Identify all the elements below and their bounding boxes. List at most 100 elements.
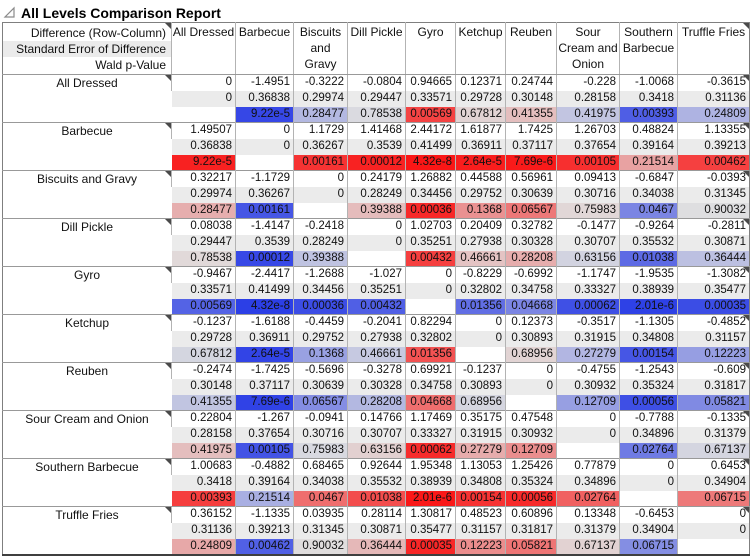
diff-cell[interactable]: 0 bbox=[455, 314, 506, 331]
p-value-cell[interactable] bbox=[455, 346, 506, 363]
p-value-cell[interactable]: 0.78538 bbox=[347, 106, 406, 123]
se-cell[interactable]: 0.34896 bbox=[556, 474, 620, 491]
se-cell[interactable]: 0.29728 bbox=[455, 90, 506, 107]
se-cell[interactable]: 0 bbox=[455, 330, 506, 347]
diff-cell[interactable]: -1.1335 bbox=[235, 506, 294, 523]
se-cell[interactable]: 0.39213 bbox=[235, 522, 294, 539]
p-value-cell[interactable]: 0.75983 bbox=[556, 202, 620, 219]
column-header[interactable]: All Dressed bbox=[171, 22, 236, 75]
se-cell[interactable]: 0.27938 bbox=[455, 234, 506, 251]
p-value-cell[interactable]: 0.00062 bbox=[405, 442, 456, 459]
diff-cell[interactable]: -0.4755 bbox=[556, 362, 620, 379]
diff-cell[interactable]: 0.32782 bbox=[505, 218, 557, 235]
se-cell[interactable]: 0.31817 bbox=[677, 378, 750, 395]
se-cell[interactable]: 0.3539 bbox=[235, 234, 294, 251]
diff-cell[interactable]: 0 bbox=[505, 362, 557, 379]
p-value-cell[interactable]: 0.00393 bbox=[171, 490, 236, 507]
p-value-cell[interactable]: 0.1368 bbox=[293, 346, 348, 363]
diff-cell[interactable]: 0.48824 bbox=[619, 122, 678, 139]
p-value-cell[interactable]: 0.01038 bbox=[347, 490, 406, 507]
p-value-cell[interactable] bbox=[293, 202, 348, 219]
se-cell[interactable]: 0.34758 bbox=[405, 378, 456, 395]
p-value-cell[interactable]: 0.00462 bbox=[235, 538, 294, 555]
p-value-cell[interactable]: 0.36444 bbox=[347, 538, 406, 555]
p-value-cell[interactable]: 0.04668 bbox=[505, 298, 557, 315]
p-value-cell[interactable] bbox=[619, 490, 678, 507]
se-cell[interactable]: 0.37654 bbox=[235, 426, 294, 443]
se-cell[interactable]: 0 bbox=[556, 426, 620, 443]
se-cell[interactable]: 0.32802 bbox=[455, 282, 506, 299]
p-value-cell[interactable]: 0.39388 bbox=[347, 202, 406, 219]
se-cell[interactable]: 0.30716 bbox=[556, 186, 620, 203]
p-value-cell[interactable]: 0.06567 bbox=[293, 394, 348, 411]
p-value-cell[interactable]: 0.27279 bbox=[455, 442, 506, 459]
se-cell[interactable]: 0.29752 bbox=[455, 186, 506, 203]
diff-cell[interactable]: 1.00683 bbox=[171, 458, 236, 475]
diff-cell[interactable]: -1.4147 bbox=[235, 218, 294, 235]
diff-cell[interactable]: 0.94665 bbox=[405, 74, 456, 91]
p-value-cell[interactable] bbox=[677, 538, 750, 555]
se-cell[interactable]: 0.30893 bbox=[455, 378, 506, 395]
se-cell[interactable]: 0.34456 bbox=[293, 282, 348, 299]
column-header[interactable]: Truffle Fries bbox=[677, 22, 750, 75]
diff-cell[interactable]: 1.61877 bbox=[455, 122, 506, 139]
diff-cell[interactable]: 0.24179 bbox=[347, 170, 406, 187]
p-value-cell[interactable]: 0.0467 bbox=[293, 490, 348, 507]
diff-cell[interactable]: 1.13053 bbox=[455, 458, 506, 475]
p-value-cell[interactable]: 0.46661 bbox=[347, 346, 406, 363]
se-cell[interactable]: 0 bbox=[235, 138, 294, 155]
se-cell[interactable]: 0 bbox=[505, 378, 557, 395]
diff-cell[interactable]: 0 bbox=[235, 122, 294, 139]
se-cell[interactable]: 0.30871 bbox=[677, 234, 750, 251]
p-value-cell[interactable]: 0.00105 bbox=[235, 442, 294, 459]
p-value-cell[interactable]: 0.06567 bbox=[505, 202, 557, 219]
diff-cell[interactable]: 0.03935 bbox=[293, 506, 348, 523]
diff-cell[interactable]: -1.1729 bbox=[235, 170, 294, 187]
se-cell[interactable]: 0.34904 bbox=[677, 474, 750, 491]
se-cell[interactable]: 0.29974 bbox=[293, 90, 348, 107]
diff-cell[interactable]: -1.0068 bbox=[619, 74, 678, 91]
diff-cell[interactable]: 0 bbox=[405, 266, 456, 283]
p-value-cell[interactable]: 0.41355 bbox=[171, 394, 236, 411]
p-value-cell[interactable]: 9.22e-5 bbox=[171, 154, 236, 171]
p-value-cell[interactable]: 0.41975 bbox=[171, 442, 236, 459]
se-cell[interactable]: 0.34038 bbox=[293, 474, 348, 491]
diff-cell[interactable]: 0 bbox=[619, 458, 678, 475]
se-cell[interactable]: 0.36267 bbox=[293, 138, 348, 155]
diff-cell[interactable]: 0 bbox=[556, 410, 620, 427]
diff-cell[interactable]: -0.3615 bbox=[677, 74, 750, 91]
diff-cell[interactable]: 0.12371 bbox=[455, 74, 506, 91]
p-value-cell[interactable]: 0.41355 bbox=[505, 106, 557, 123]
p-value-cell[interactable]: 0.06715 bbox=[677, 490, 750, 507]
se-cell[interactable]: 0.32802 bbox=[405, 330, 456, 347]
p-value-cell[interactable]: 0.02764 bbox=[556, 490, 620, 507]
se-cell[interactable]: 0.3418 bbox=[619, 90, 678, 107]
se-cell[interactable]: 0.31345 bbox=[293, 522, 348, 539]
p-value-cell[interactable]: 9.22e-5 bbox=[235, 106, 294, 123]
diff-cell[interactable]: 0.24744 bbox=[505, 74, 557, 91]
diff-cell[interactable]: -1.027 bbox=[347, 266, 406, 283]
diff-cell[interactable]: -2.4417 bbox=[235, 266, 294, 283]
diff-cell[interactable]: 1.95348 bbox=[405, 458, 456, 475]
se-cell[interactable]: 0.31379 bbox=[677, 426, 750, 443]
p-value-cell[interactable]: 0.12709 bbox=[556, 394, 620, 411]
diff-cell[interactable]: 0.12373 bbox=[505, 314, 557, 331]
p-value-cell[interactable]: 0.0467 bbox=[619, 202, 678, 219]
p-value-cell[interactable]: 0.00569 bbox=[171, 298, 236, 315]
se-cell[interactable]: 0.30707 bbox=[347, 426, 406, 443]
diff-cell[interactable]: -0.5696 bbox=[293, 362, 348, 379]
diff-cell[interactable]: 0.09413 bbox=[556, 170, 620, 187]
column-header[interactable]: Barbecue bbox=[235, 22, 294, 75]
se-cell[interactable]: 0.31817 bbox=[505, 522, 557, 539]
se-cell[interactable]: 0.31136 bbox=[171, 522, 236, 539]
row-label[interactable]: All Dressed bbox=[2, 74, 172, 123]
se-cell[interactable]: 0.41499 bbox=[405, 138, 456, 155]
diff-cell[interactable]: 1.49507 bbox=[171, 122, 236, 139]
diff-cell[interactable]: -0.6453 bbox=[619, 506, 678, 523]
diff-cell[interactable]: -0.7788 bbox=[619, 410, 678, 427]
diff-cell[interactable]: 1.25426 bbox=[505, 458, 557, 475]
se-cell[interactable]: 0.35251 bbox=[347, 282, 406, 299]
diff-cell[interactable]: -1.267 bbox=[235, 410, 294, 427]
diff-cell[interactable]: 0.20409 bbox=[455, 218, 506, 235]
se-cell[interactable]: 0.31379 bbox=[556, 522, 620, 539]
